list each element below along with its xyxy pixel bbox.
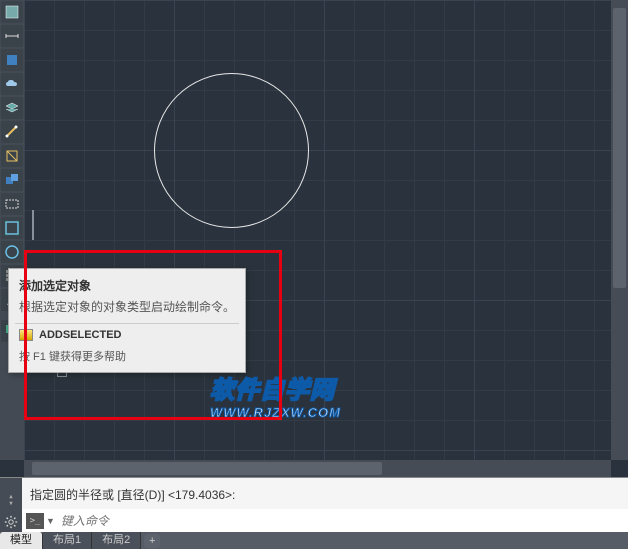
tab-add-button[interactable]: + [144,534,160,548]
tab-model[interactable]: 模型 [0,532,43,549]
command-extra-icon[interactable] [1,490,21,510]
drawing-canvas[interactable]: ✕ [24,0,628,460]
command-prompt-icon[interactable]: >_ [26,513,44,529]
vertical-scrollbar-thumb[interactable] [613,8,626,288]
grid-major [24,0,628,460]
tool-layer[interactable] [1,97,23,119]
tooltip-title: 添加选定对象 [9,269,245,298]
tool-measure-dist[interactable] [1,121,23,143]
tool-dimension[interactable] [1,25,23,47]
y-axis-marker [32,210,34,240]
tool-cloud[interactable] [1,73,23,95]
command-history: 指定圆的半径或 [直径(D)] <179.4036>: [22,478,628,510]
tooltip-popup: 添加选定对象 根据选定对象的对象类型启动绘制命令。 ADDSELECTED 按 … [8,268,246,373]
tooltip-help-text: 按 F1 键获得更多帮助 [9,345,245,372]
tooltip-command-name: ADDSELECTED [39,329,122,341]
vertical-scrollbar[interactable] [611,0,628,460]
tool-rectangle[interactable] [1,193,23,215]
command-input[interactable] [61,514,624,528]
horizontal-scrollbar-thumb[interactable] [32,462,382,475]
tooltip-command-icon [19,329,33,341]
tool-block[interactable] [1,49,23,71]
tooltip-command-row: ADDSELECTED [9,324,245,345]
drawing-circle-object[interactable] [154,73,309,228]
tool-group[interactable] [1,169,23,191]
command-history-text: 指定圆的半径或 [直径(D)] <179.4036>: [30,488,235,502]
tool-rect-select[interactable] [1,217,23,239]
tool-measure-area[interactable] [1,145,23,167]
left-toolbar: A [0,0,24,460]
tab-layout1[interactable]: 布局1 [43,532,92,549]
command-gear-column [0,478,22,533]
tooltip-description: 根据选定对象的对象类型启动绘制命令。 [9,298,245,323]
tool-hatch[interactable] [1,1,23,23]
command-input-row[interactable]: >_ ▼ [22,509,628,532]
command-area: 指定圆的半径或 [直径(D)] <179.4036>: >_ ▼ [0,477,628,532]
horizontal-scrollbar[interactable] [24,460,611,477]
command-dropdown-icon[interactable]: ▼ [46,516,55,526]
command-settings-icon[interactable] [1,512,21,532]
tool-circle-select[interactable] [1,241,23,263]
layout-tabs-bar: 模型 布局1 布局2 + [0,532,628,549]
tab-layout2[interactable]: 布局2 [92,532,141,549]
